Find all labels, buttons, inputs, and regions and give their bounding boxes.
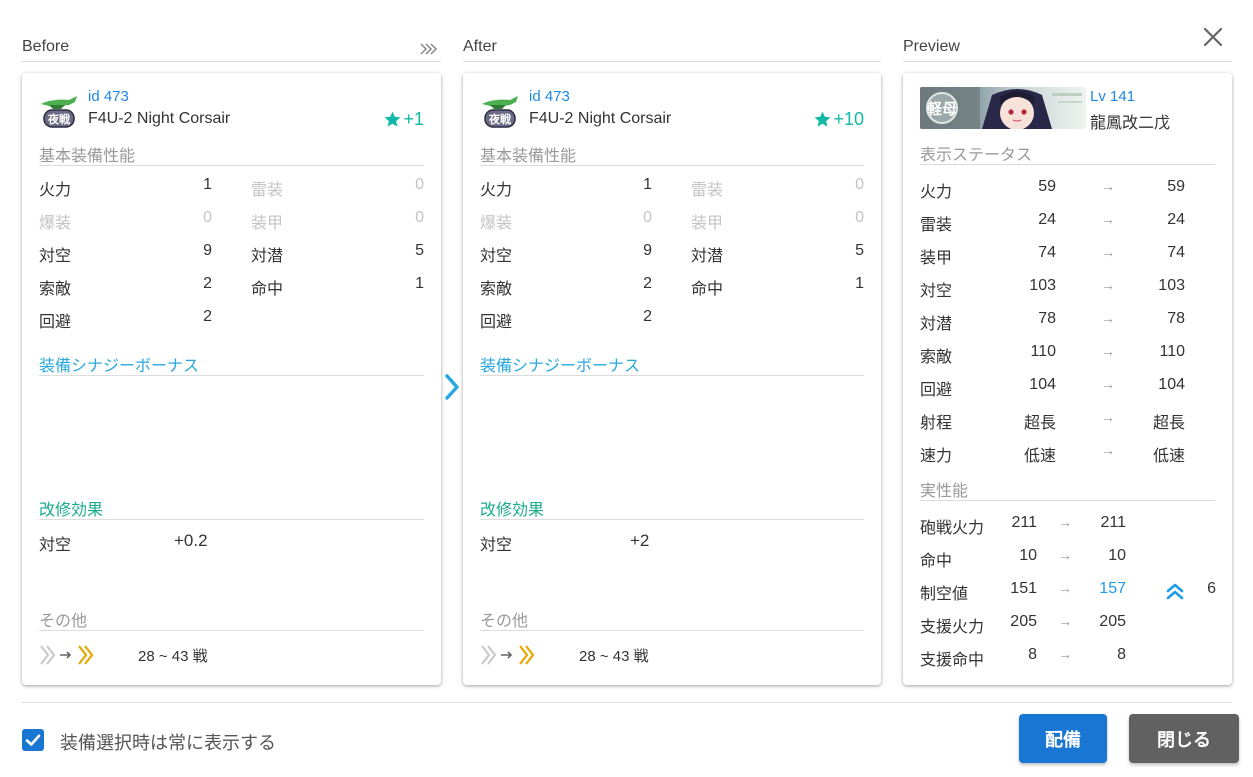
before-title: Before <box>22 38 70 55</box>
before-header: Before <box>22 36 441 62</box>
always-show-label[interactable]: 装備選択時は常に表示する <box>60 729 276 755</box>
stat-row: 雷装 0 <box>251 176 424 199</box>
equipment-name: F4U-2 Night Corsair <box>529 110 672 127</box>
stat-row: 命中 1 <box>691 275 864 298</box>
equipment-id: id 473 <box>529 88 570 105</box>
icon-badge-text: 夜戦 <box>488 112 512 126</box>
ship-banner: 軽母 <box>920 87 1086 129</box>
stat-row: 命中 1 <box>251 275 424 298</box>
section-display-status: 表示ステータス <box>920 141 1215 165</box>
improvement-level-value: +10 <box>833 109 864 129</box>
always-show-checkbox[interactable] <box>22 729 44 751</box>
actual-row: 制空値 151 → 157 6 <box>920 580 1216 603</box>
ship-name: 龍鳳改二戊 <box>1090 115 1171 132</box>
improvement-label: 対空 <box>480 537 513 554</box>
fatigue-indicator <box>480 643 540 667</box>
after-card: 夜戦 id 473 F4U-2 Night Corsair +10 基本装備性能… <box>463 73 881 685</box>
section-base-stats: 基本装備性能 <box>480 142 864 166</box>
section-base-stats: 基本装備性能 <box>39 142 424 166</box>
status-row: 対空 103 → 103 <box>920 277 1185 300</box>
preview-card: 軽母 Lv 141 龍鳳改二戊 表示ステータス 火力 59 → 59 雷装 24 → 24 … <box>903 73 1232 685</box>
after-header: After <box>463 36 881 62</box>
status-row: 対潜 78 → 78 <box>920 310 1185 333</box>
section-improvement: 改修効果 <box>480 496 864 520</box>
after-title: After <box>463 38 497 55</box>
equipment-name: F4U-2 Night Corsair <box>88 110 231 127</box>
fatigue-arrow-icon <box>481 645 535 665</box>
air-power-diff: 6 <box>1207 580 1216 597</box>
improvement-value: +2 <box>630 531 650 550</box>
close-button[interactable]: 閉じる <box>1129 714 1239 763</box>
star-icon <box>385 111 401 127</box>
equipment-id: id 473 <box>88 88 129 105</box>
chevron-right-icon <box>445 374 459 400</box>
section-synergy: 装備シナジーボーナス <box>39 352 424 376</box>
stat-row: 対空 9 <box>480 242 652 265</box>
status-row: 速力 低速 → 低速 <box>920 442 1185 465</box>
footer-divider <box>22 702 1232 703</box>
stat-row: 回避 2 <box>39 308 212 331</box>
section-synergy: 装備シナジーボーナス <box>480 352 864 376</box>
improvement-label: 対空 <box>39 537 72 554</box>
before-card: 夜戦 id 473 F4U-2 Night Corsair +1 基本装備性能 … <box>22 73 441 685</box>
stat-row: 装甲 0 <box>691 209 864 232</box>
stat-row: 雷装 0 <box>691 176 864 199</box>
improvement-level-value: +1 <box>403 109 424 129</box>
actual-row: 支援命中 8 → 8 <box>920 646 1126 669</box>
section-improvement: 改修効果 <box>39 496 424 520</box>
section-other: その他 <box>39 607 424 631</box>
stat-row: 火力 1 <box>39 176 212 199</box>
stat-row: 対潜 5 <box>691 242 864 265</box>
ship-type-badge: 軽母 <box>927 100 957 118</box>
status-row: 回避 104 → 104 <box>920 376 1185 399</box>
stat-row: 爆装 0 <box>480 209 652 232</box>
icon-badge-text: 夜戦 <box>47 112 71 126</box>
checkbox-checked-icon <box>25 734 41 746</box>
status-row: 射程 超長 → 超長 <box>920 409 1185 432</box>
stat-row: 回避 2 <box>480 308 652 331</box>
improvement-level: +1 <box>383 109 424 130</box>
stat-row: 装甲 0 <box>251 209 424 232</box>
status-row: 雷装 24 → 24 <box>920 211 1185 234</box>
improvement-value: +0.2 <box>174 531 208 550</box>
improvement-level: +10 <box>813 109 864 130</box>
double-chevron-icon <box>420 43 438 55</box>
fatigue-indicator <box>39 643 99 667</box>
stat-row: 索敵 2 <box>480 275 652 298</box>
status-row: 装甲 74 → 74 <box>920 244 1185 267</box>
status-row: 火力 59 → 59 <box>920 178 1185 201</box>
ship-level: Lv 141 <box>1090 88 1136 105</box>
stat-row: 火力 1 <box>480 176 652 199</box>
night-fighter-icon: 夜戦 <box>482 96 518 128</box>
preview-header: Preview <box>903 36 1232 62</box>
night-fighter-icon: 夜戦 <box>41 96 77 128</box>
fatigue-arrow-icon <box>40 645 94 665</box>
actual-row: 支援火力 205 → 205 <box>920 613 1126 636</box>
stat-row: 対潜 5 <box>251 242 424 265</box>
stat-row: 爆装 0 <box>39 209 212 232</box>
section-actual-performance: 実性能 <box>920 477 1215 501</box>
preview-title: Preview <box>903 38 960 55</box>
stat-row: 対空 9 <box>39 242 212 265</box>
actual-row: 砲戦火力 211 → 211 <box>920 514 1126 537</box>
equip-button[interactable]: 配備 <box>1019 714 1107 763</box>
double-up-chevron-icon <box>1166 583 1184 600</box>
battle-count: 28 ~ 43 戦 <box>579 648 649 665</box>
section-other: その他 <box>480 607 864 631</box>
stat-row: 索敵 2 <box>39 275 212 298</box>
star-icon <box>815 111 831 127</box>
actual-row: 命中 10 → 10 <box>920 547 1126 570</box>
battle-count: 28 ~ 43 戦 <box>138 648 208 665</box>
status-row: 索敵 110 → 110 <box>920 343 1185 366</box>
